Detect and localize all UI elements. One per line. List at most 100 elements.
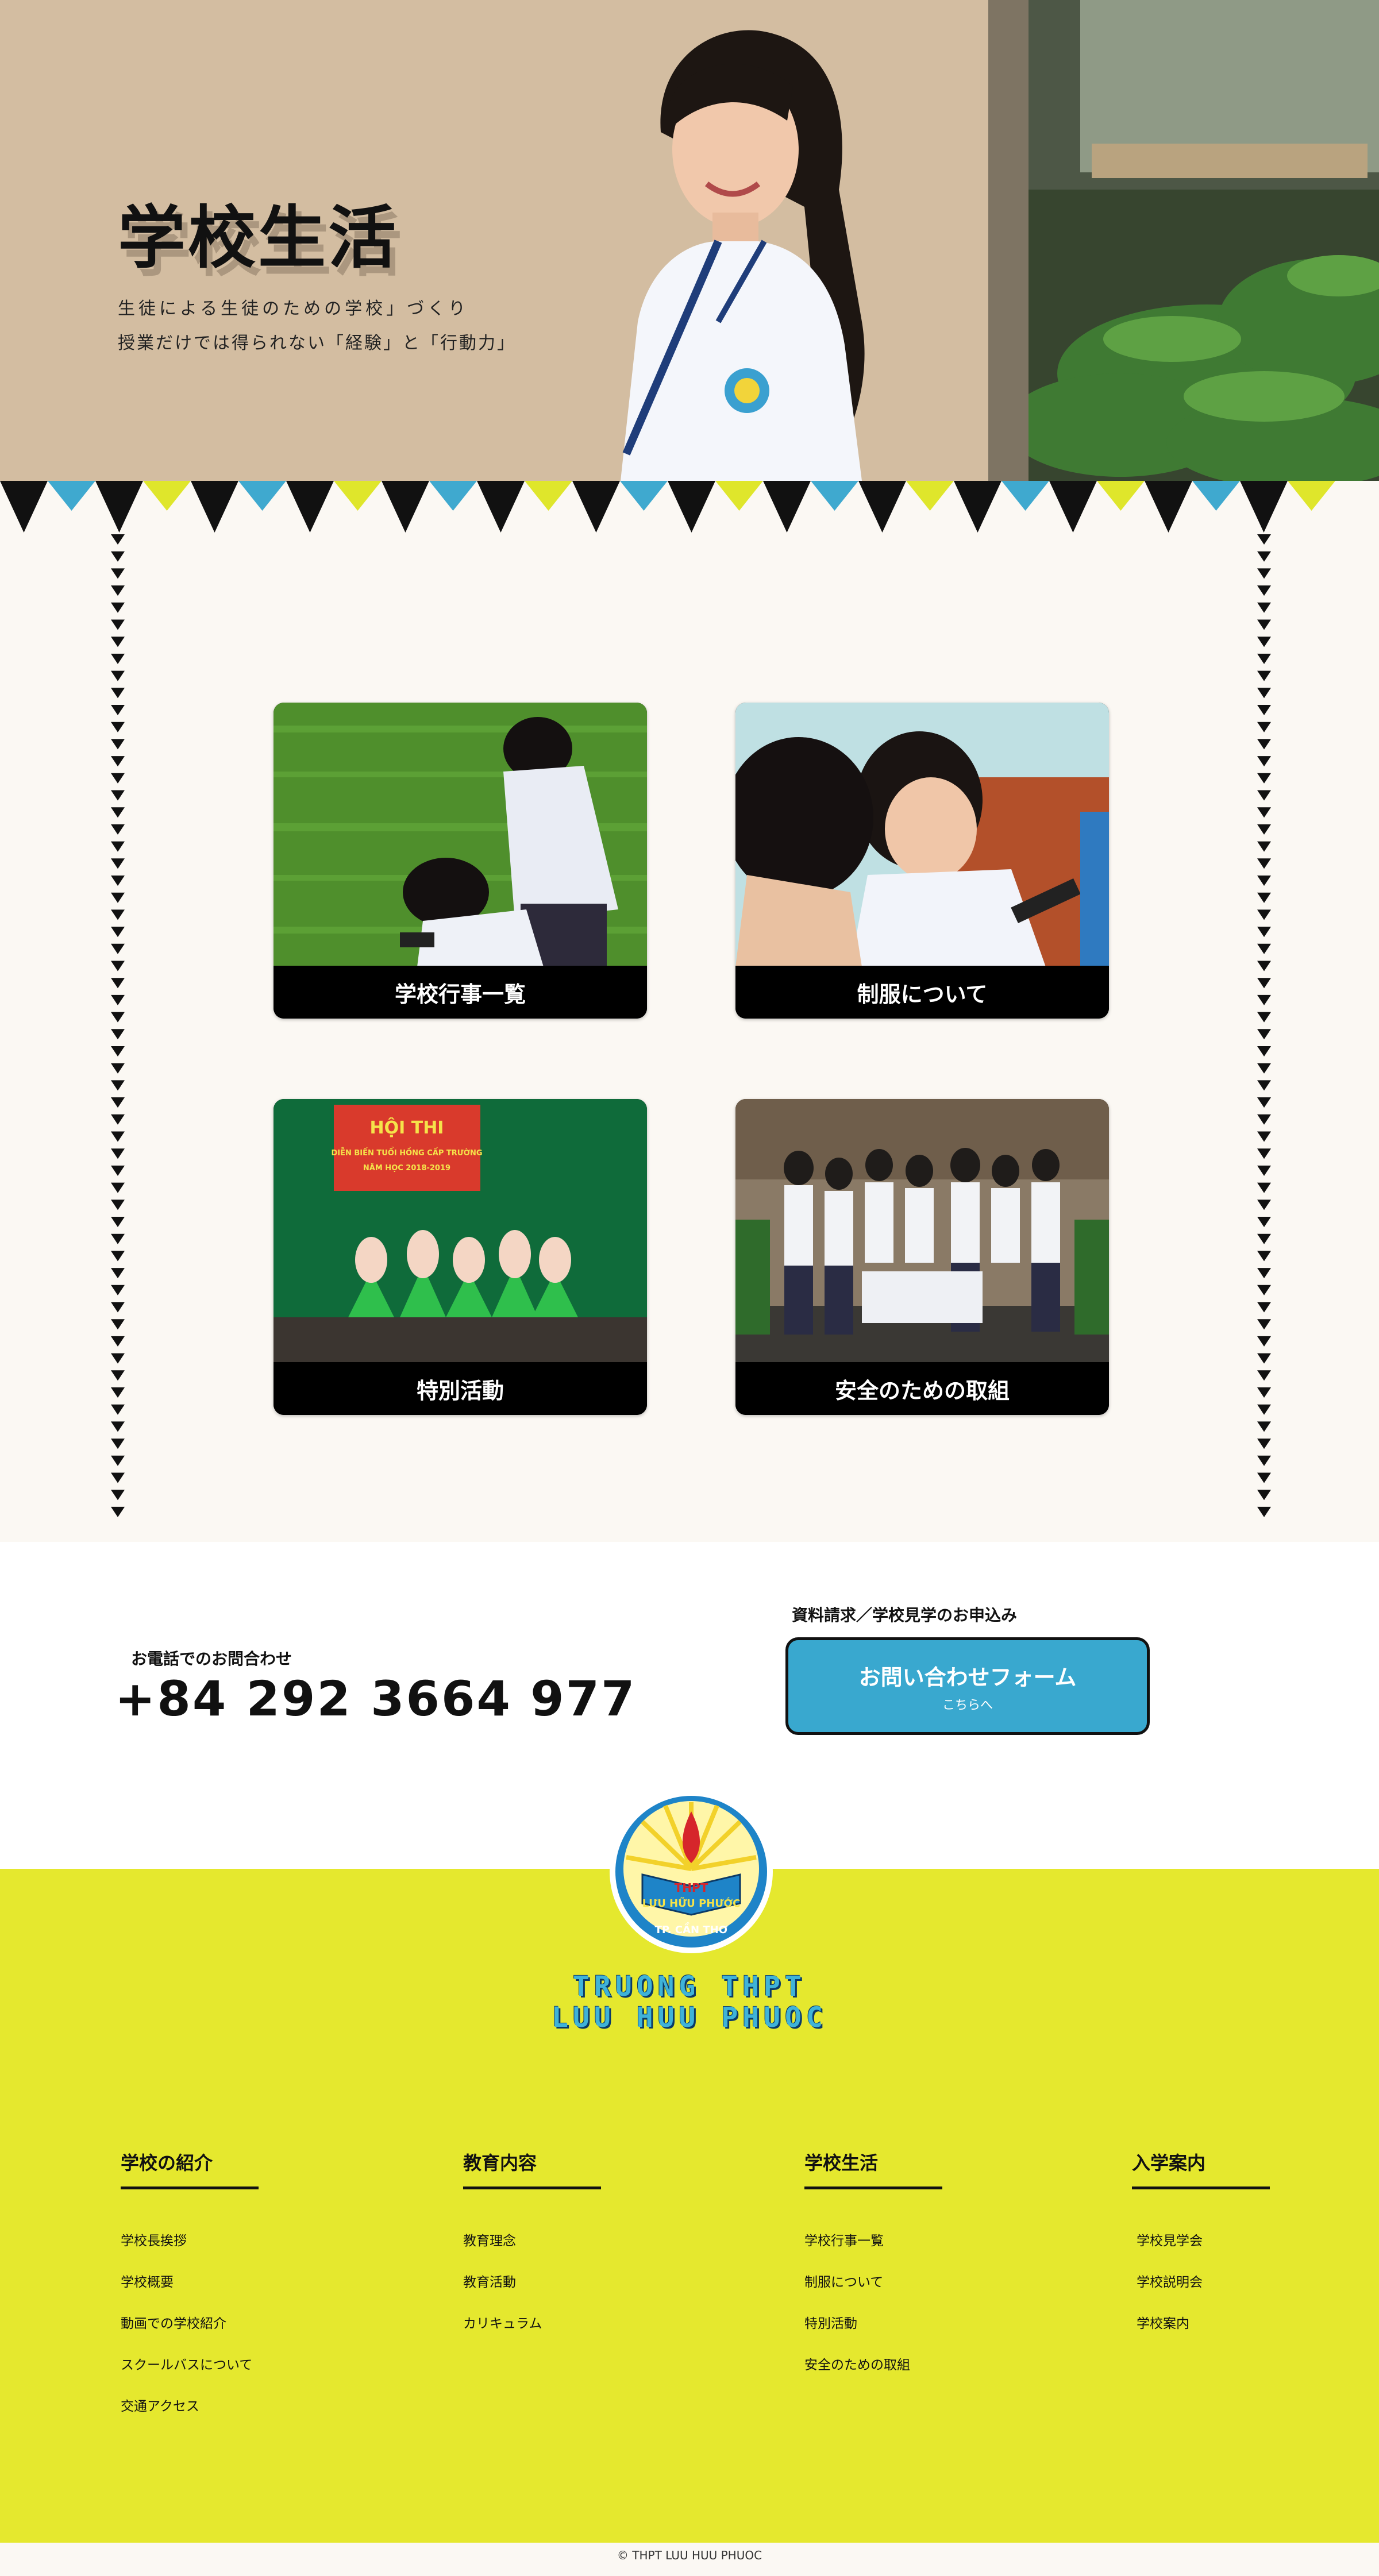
bunting-flag <box>286 481 334 533</box>
down-arrow-icon <box>111 551 125 562</box>
bunting-flag <box>620 481 668 511</box>
down-arrow-icon <box>1257 568 1271 579</box>
footer-link[interactable]: 交通アクセス <box>121 2395 259 2436</box>
footer-link[interactable]: 特別活動 <box>804 2312 942 2354</box>
down-arrow-icon <box>111 1506 125 1517</box>
down-arrow-icon <box>1257 892 1271 903</box>
down-arrow-icon <box>1257 1439 1271 1449</box>
down-arrow-icon <box>1257 1472 1271 1483</box>
down-arrow-icon <box>111 1353 125 1364</box>
down-arrow-icon <box>111 1302 125 1313</box>
down-arrow-icon <box>1257 1097 1271 1108</box>
bunting-flag <box>1192 481 1240 511</box>
down-arrow-icon <box>1257 1012 1271 1023</box>
down-arrow-icon <box>111 1217 125 1227</box>
down-arrow-icon <box>1257 876 1271 886</box>
logo-badge-top: THPT <box>675 1881 708 1895</box>
down-arrow-icon <box>1257 909 1271 920</box>
footer-column-title: 学校生活 <box>804 2149 942 2189</box>
down-arrow-icon <box>1257 739 1271 750</box>
down-arrow-icon <box>1257 1353 1271 1364</box>
safety-photo <box>735 1099 1109 1363</box>
card-uniform[interactable]: 制服について <box>735 703 1109 1019</box>
down-arrow-icon <box>111 1097 125 1108</box>
footer-link[interactable]: 安全のための取組 <box>804 2354 942 2395</box>
school-events-photo <box>274 703 647 967</box>
down-arrow-icon <box>111 705 125 715</box>
footer-link[interactable]: 学校見学会 <box>1132 2230 1270 2271</box>
bunting-flag <box>1001 481 1049 511</box>
down-arrow-icon <box>1257 1217 1271 1227</box>
down-arrow-icon <box>1257 1404 1271 1415</box>
footer-link[interactable]: カリキュラム <box>463 2312 601 2354</box>
phone-label: お電話でのお問合わせ <box>131 1649 292 1668</box>
card-label: 特別活動 <box>274 1362 647 1415</box>
down-arrow-icon <box>1257 1285 1271 1295</box>
page-title: 学校生活 <box>118 198 399 277</box>
bunting-flag <box>1288 481 1335 511</box>
hero-subtitle-line1: 生徒による生徒のための学校」づくり <box>118 299 469 319</box>
footer-link[interactable]: 教育理念 <box>463 2230 601 2271</box>
right-arrow-column <box>1257 534 1271 1517</box>
bunting-flag <box>382 481 429 533</box>
down-arrow-icon <box>1257 637 1271 647</box>
card-safety[interactable]: 安全のための取組 <box>735 1099 1109 1415</box>
down-arrow-icon <box>1257 943 1271 954</box>
down-arrow-icon <box>1257 1165 1271 1176</box>
uniform-photo <box>735 703 1109 967</box>
down-arrow-icon <box>111 1336 125 1347</box>
footer-link[interactable]: 学校概要 <box>121 2271 259 2312</box>
contact-form-button-sublabel: こちらへ <box>942 1698 993 1713</box>
bunting-flag <box>954 481 1001 533</box>
down-arrow-icon <box>111 1421 125 1432</box>
footer-link[interactable]: 教育活動 <box>463 2271 601 2312</box>
down-arrow-icon <box>1257 688 1271 699</box>
footer-link[interactable]: 学校行事一覧 <box>804 2230 942 2271</box>
logo-text-line2: LUU HUU PHUOC <box>552 2002 827 2034</box>
hero-banner: 学校生活 生徒による生徒のための学校」づくり 授業だけでは得られない「経験」と「… <box>0 0 1379 481</box>
footer-column-title: 学校の紹介 <box>121 2149 259 2189</box>
down-arrow-icon <box>111 722 125 732</box>
down-arrow-icon <box>111 1012 125 1023</box>
down-arrow-icon <box>1257 1131 1271 1142</box>
down-arrow-icon <box>1257 1233 1271 1244</box>
card-label: 学校行事一覧 <box>274 966 647 1019</box>
bunting-flag <box>906 481 954 511</box>
down-arrow-icon <box>111 1063 125 1074</box>
down-arrow-icon <box>111 1131 125 1142</box>
bunting-flags <box>0 481 1335 533</box>
footer-link[interactable]: 制服について <box>804 2271 942 2312</box>
down-arrow-icon <box>111 1182 125 1193</box>
school-logo[interactable]: THPT LƯU HỮU PHƯỚC TP. CẦN THƠ <box>608 1788 775 1955</box>
down-arrow-icon <box>111 807 125 818</box>
card-school-events[interactable]: 学校行事一覧 <box>274 703 647 1019</box>
contact-form-button[interactable]: お問い合わせフォーム こちらへ <box>785 1637 1150 1735</box>
footer-column-about: 学校の紹介 学校長挨拶 学校概要 動画での学校紹介 スクールバスについて 交通ア… <box>121 2149 259 2436</box>
bunting-flag <box>1240 481 1288 533</box>
down-arrow-icon <box>111 790 125 801</box>
footer-link[interactable]: 学校説明会 <box>1132 2271 1270 2312</box>
down-arrow-icon <box>111 824 125 835</box>
down-arrow-icon <box>111 892 125 903</box>
phone-number[interactable]: +84 292 3664 977 <box>115 1671 636 1727</box>
down-arrow-icon <box>111 978 125 989</box>
footer-link[interactable]: 学校案内 <box>1132 2312 1270 2354</box>
card-special-activities[interactable]: HỘI THI DIỄN BIẾN TUỔI HỒNG CẤP TRƯỜNG N… <box>274 1099 647 1415</box>
banner-line3: NĂM HỌC 2018-2019 <box>363 1163 450 1173</box>
down-arrow-icon <box>111 1439 125 1449</box>
footer-link[interactable]: 動画での学校紹介 <box>121 2312 259 2354</box>
down-arrow-icon <box>1257 978 1271 989</box>
footer-link[interactable]: 学校長挨拶 <box>121 2230 259 2271</box>
down-arrow-icon <box>1257 722 1271 732</box>
down-arrow-icon <box>1257 841 1271 852</box>
down-arrow-icon <box>111 568 125 579</box>
down-arrow-icon <box>1257 653 1271 664</box>
footer-column-admission: 入学案内 学校見学会 学校説明会 学校案内 <box>1132 2149 1270 2354</box>
down-arrow-icon <box>111 961 125 971</box>
bunting-flag <box>429 481 477 511</box>
down-arrow-icon <box>111 858 125 869</box>
footer-link[interactable]: スクールバスについて <box>121 2354 259 2395</box>
down-arrow-icon <box>111 688 125 699</box>
bunting-flag <box>668 481 715 533</box>
banner-line2: DIỄN BIẾN TUỔI HỒNG CẤP TRƯỜNG <box>331 1147 482 1158</box>
